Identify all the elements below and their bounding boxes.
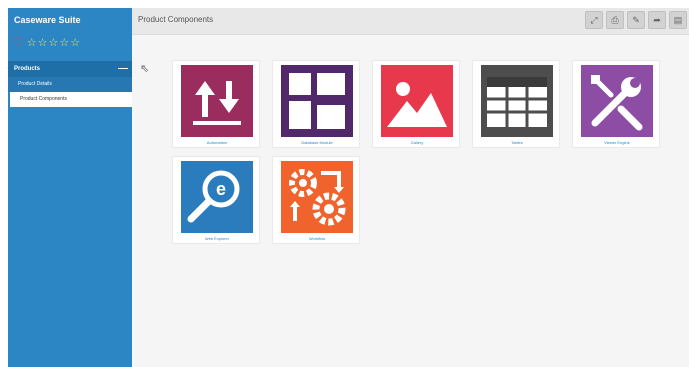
sidebar: Caseware Suite ♡ ☆ ☆ ☆ ☆ ☆ Products — Pr…: [8, 8, 132, 367]
export-icon: ▤: [673, 15, 683, 25]
export-button[interactable]: ▤: [669, 11, 687, 29]
star-icon[interactable]: ☆: [27, 36, 37, 49]
expand-icon: ⤢: [590, 15, 598, 25]
sidebar-item-label: Product Components: [20, 96, 67, 102]
sidebar-item-label: Product Details: [18, 81, 52, 87]
collapse-icon[interactable]: —: [118, 61, 128, 76]
header-bar: Product Components ⤢ ⎙ ✎ ➦ ▤: [132, 8, 689, 35]
tile-database-module[interactable]: Database Module: [272, 60, 360, 148]
tile-label: Viewer Engine: [604, 140, 630, 145]
tile-workflow[interactable]: Workflow: [272, 156, 360, 244]
tile-gallery[interactable]: Gallery: [372, 60, 460, 148]
sidebar-section-products[interactable]: Products —: [8, 61, 132, 77]
app-title: Caseware Suite: [14, 15, 81, 25]
star-icon[interactable]: ☆: [38, 36, 48, 49]
edit-icon: ✎: [632, 15, 640, 25]
print-button[interactable]: ⎙: [606, 11, 624, 29]
tile-label: Web Explorer: [204, 236, 230, 241]
heart-icon[interactable]: ♡: [13, 35, 24, 49]
sidebar-item-product-details[interactable]: Product Details: [8, 77, 132, 92]
star-icon[interactable]: ☆: [49, 36, 59, 49]
sidebar-item-product-components[interactable]: Product Components: [8, 92, 132, 107]
svg-text:e: e: [216, 179, 226, 199]
expand-button[interactable]: ⤢: [585, 11, 603, 29]
sidebar-section-label: Products: [14, 66, 41, 72]
import-export-arrows-icon: [181, 65, 253, 137]
tools-icon: [581, 65, 653, 137]
share-button[interactable]: ➦: [648, 11, 666, 29]
share-icon: ➦: [653, 15, 661, 25]
edit-button[interactable]: ✎: [627, 11, 645, 29]
tile-tables[interactable]: Tables: [472, 60, 560, 148]
tile-automation[interactable]: Automation: [172, 60, 260, 148]
layout-blocks-icon: [281, 65, 353, 137]
tile-label: Workflow: [308, 236, 326, 241]
tile-label: Database Module: [301, 140, 333, 145]
print-icon: ⎙: [611, 15, 619, 25]
workflow-gears-icon: [281, 161, 353, 233]
tile-viewer-engine[interactable]: Viewer Engine: [572, 60, 660, 148]
toolbar: ⤢ ⎙ ✎ ➦ ▤: [585, 11, 687, 29]
table-icon: [481, 65, 553, 137]
tile-web-explorer[interactable]: e Web Explorer: [172, 156, 260, 244]
tile-label: Automation: [206, 140, 228, 145]
search-e-icon: e: [181, 161, 253, 233]
tile-label: Gallery: [410, 140, 424, 145]
mouse-cursor-icon: ⇖: [140, 63, 150, 75]
page-title: Product Components: [138, 15, 214, 24]
tile-label: Tables: [511, 140, 523, 145]
star-icon[interactable]: ☆: [59, 36, 69, 49]
star-icon[interactable]: ☆: [70, 36, 80, 49]
image-icon: [381, 65, 453, 137]
rating[interactable]: ♡ ☆ ☆ ☆ ☆ ☆: [8, 33, 132, 51]
